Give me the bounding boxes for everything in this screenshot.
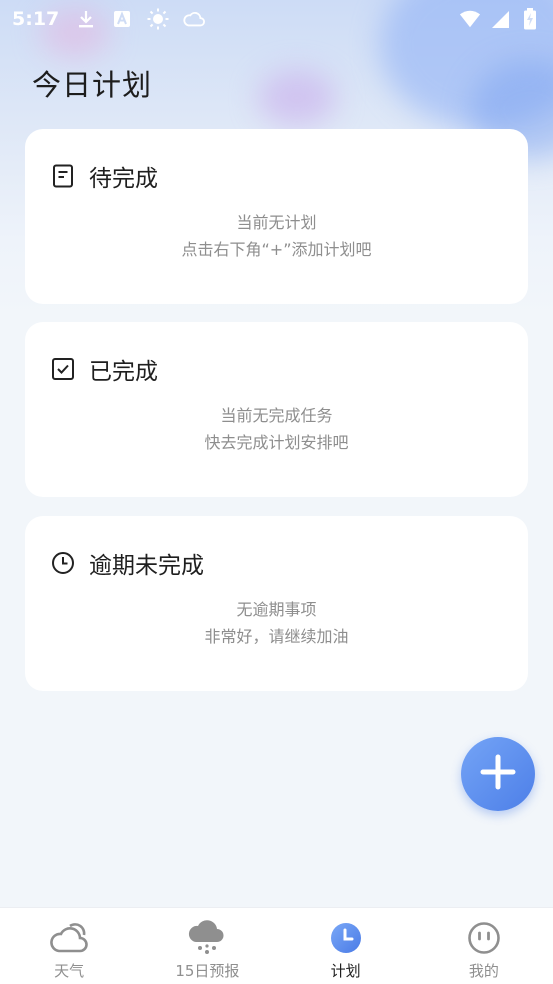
empty-message-line: 当前无计划 [236,213,317,232]
system-icons [459,8,541,30]
empty-message-line: 点击右下角“+”添加计划吧 [181,240,372,259]
cloud-icon [183,8,206,30]
text-a-icon [111,8,133,30]
card-header: 逾期未完成 [51,546,204,580]
pending-card: 待完成 当前无计划 点击右下角“+”添加计划吧 [25,129,528,304]
tab-label: 天气 [54,962,85,980]
completed-card: 已完成 当前无完成任务 快去完成计划安排吧 [25,322,528,497]
empty-message-line: 非常好，请继续加油 [204,627,349,646]
card-title: 逾期未完成 [89,553,204,579]
tab-mine[interactable]: 我的 [415,908,553,984]
sun-icon [147,8,169,30]
tab-label: 计划 [330,962,361,980]
empty-message-line: 当前无完成任务 [220,406,333,425]
tab-label: 我的 [468,962,499,980]
empty-message-line: 无逾期事项 [236,600,317,619]
rain-cloud-icon [188,920,226,956]
cloud-icon [50,920,88,956]
card-header: 待完成 [51,159,158,193]
checkbox-icon [51,357,75,381]
signal-icon [489,8,511,30]
tab-plan[interactable]: 计划 [277,908,415,984]
card-header: 已完成 [51,352,158,386]
empty-message: 当前无完成任务 快去完成计划安排吧 [25,402,528,456]
card-title: 已完成 [89,359,158,385]
empty-message: 无逾期事项 非常好，请继续加油 [25,596,528,650]
bottom-tab-bar: 天气 15日预报 计划 我的 [0,907,553,984]
plus-icon [480,754,516,794]
empty-message: 当前无计划 点击右下角“+”添加计划吧 [25,209,528,263]
download-icon [75,8,97,30]
page-title: 今日计划 [32,68,153,102]
card-title: 待完成 [89,166,158,192]
empty-message-line: 快去完成计划安排吧 [204,433,349,452]
tab-weather[interactable]: 天气 [0,908,138,984]
tab-15day-forecast[interactable]: 15日预报 [138,908,276,984]
notification-icons [75,8,206,30]
note-icon [51,164,75,188]
status-bar: 5:17 [0,0,553,38]
add-plan-button[interactable] [461,737,535,811]
clock-icon [51,551,75,575]
battery-charging-icon [519,8,541,30]
decor-blob [258,70,336,126]
face-icon [465,920,503,956]
wifi-icon [459,8,481,30]
status-time: 5:17 [12,8,60,30]
clock-icon [327,920,365,956]
tab-label: 15日预报 [175,962,240,980]
overdue-card: 逾期未完成 无逾期事项 非常好，请继续加油 [25,516,528,691]
